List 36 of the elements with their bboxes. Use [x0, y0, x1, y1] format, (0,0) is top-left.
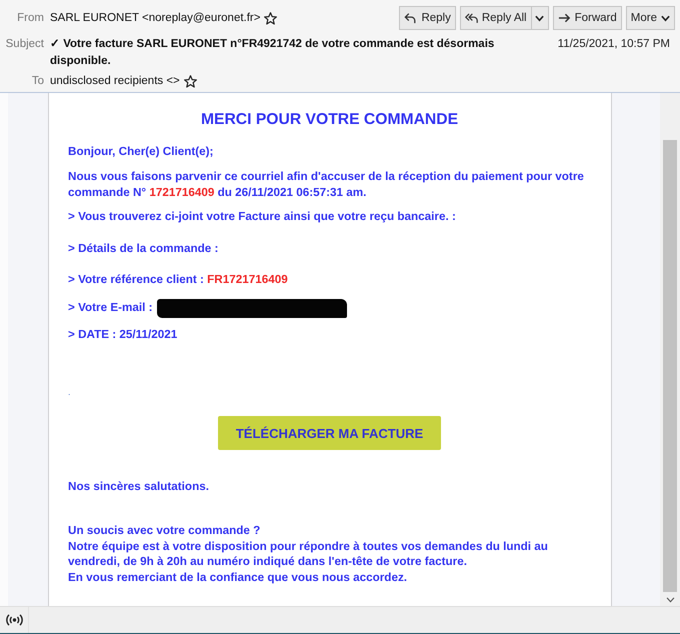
body-text: En vous remerciant de la confiance que vous nous accordez. [68, 570, 408, 586]
sender-text[interactable]: SARL EURONET <noreplay@euronet.fr> [50, 10, 260, 26]
subject-text: ✓ Votre facture SARL EURONET n°FR4921742 de votre commande est désormais disponible. [50, 37, 496, 69]
body-text: > Votre référence client : FR1721716409 [68, 272, 288, 288]
caret-icon [535, 14, 544, 22]
download-invoice-button[interactable]: TÉLÉCHARGER MA FACTURE [218, 416, 441, 450]
reply-button[interactable]: Reply [399, 6, 456, 30]
broadcast-icon[interactable] [6, 614, 22, 626]
dropdown-button[interactable] [532, 6, 549, 30]
from-label: From [16, 10, 44, 26]
body-text: > DATE : 25/11/2021 [68, 327, 178, 343]
body-text: Un soucis avec votre commande ? [68, 523, 262, 539]
star-icon[interactable] [264, 12, 278, 24]
to-label: To [30, 74, 44, 89]
scrollbar-thumb[interactable] [663, 140, 677, 592]
subject-label: Subject [4, 37, 44, 52]
date-text: 11/25/2021, 10:57 PM [558, 37, 670, 52]
email-heading: MERCI POUR VOTRE COMMANDE [200, 110, 460, 130]
more-button[interactable]: More [626, 6, 675, 30]
body-text: > Vous trouverez ci-joint votre Facture ainsi que votre reçu bancaire. : [68, 209, 456, 225]
body-text: Nous vous faisons parvenir ce courriel afin d'accuser de la réception du paiement pour votre commande N° 1721716409 du 26/11/2021 06:57:31 am. [68, 169, 585, 201]
reply-all-icon [464, 12, 478, 24]
body-text: Bonjour, Cher(e) Client(e); [68, 144, 214, 160]
body-text: > Détails de la commande : [68, 241, 218, 257]
period-text: . [68, 386, 71, 399]
forward-button[interactable]: Forward [552, 6, 622, 30]
forward-icon [558, 12, 571, 24]
scroll-down-icon[interactable] [666, 597, 674, 603]
body-text: Notre équipe est à votre disposition pour répondre à toutes vos demandes du lundi au vendredi, de 9h à 20h au numéro indiqué dans l'en-tête de votre facture. [68, 538, 549, 570]
body-text: Nos sincères salutations. [68, 479, 209, 495]
email-label: > Votre E-mail : [68, 300, 153, 316]
star-icon[interactable] [184, 75, 197, 88]
reply-icon [404, 12, 418, 24]
reply-all-button[interactable]: Reply All [460, 6, 532, 30]
scrollbar-track[interactable] [660, 93, 680, 606]
recipients-text[interactable]: undisclosed recipients <> [50, 73, 180, 90]
